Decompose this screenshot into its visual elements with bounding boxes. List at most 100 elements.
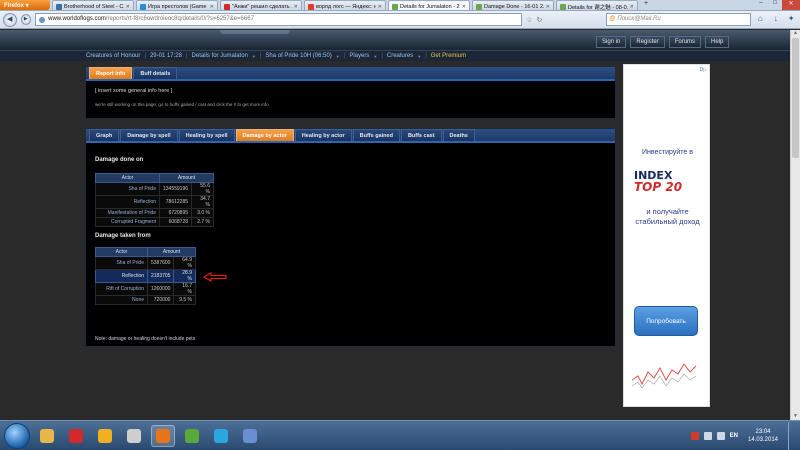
browser-tab[interactable]: "Анжи" решил сделать ... ✕	[220, 0, 302, 10]
tray-app-icon[interactable]	[690, 431, 699, 440]
actor-cell[interactable]: Rift of Corruption	[95, 282, 148, 296]
browser-tab[interactable]: Brotherhood of Steel - C... ✕	[52, 0, 134, 10]
column-header-actor[interactable]: Actor	[95, 247, 148, 257]
addons-icon[interactable]: ✦	[786, 14, 798, 26]
breadcrumb-item[interactable]: Details for Jumalaton	[192, 53, 248, 59]
steam-icon	[127, 428, 141, 443]
tab-close-icon[interactable]: ✕	[546, 4, 550, 10]
chevron-down-icon[interactable]: ▼	[252, 54, 256, 59]
site-link-help[interactable]: Help	[705, 36, 730, 48]
new-tab-button[interactable]: +	[641, 0, 651, 10]
tab-close-icon[interactable]: ✕	[294, 4, 298, 10]
tab-close-icon[interactable]: ✕	[630, 4, 634, 10]
breadcrumb-item[interactable]: 29-01 17:28	[150, 53, 182, 59]
table-row[interactable]: Sha of Pride 134559196 55.6 %	[95, 182, 214, 196]
breadcrumb-item[interactable]: Creatures of Honour	[86, 53, 140, 59]
taskbar-button[interactable]	[35, 425, 59, 447]
clock[interactable]: 23:04 14.03.2014	[743, 428, 783, 444]
table-row[interactable]: Manifestation of Pride 6720895 3.0 %	[95, 208, 214, 218]
tab-buffs-cast[interactable]: Buffs cast	[400, 129, 442, 141]
scrollbar-thumb[interactable]	[792, 38, 799, 158]
tab-buff-details[interactable]: Buff details	[133, 67, 178, 79]
actor-cell[interactable]: Corrupted Fragment	[95, 217, 160, 227]
actor-cell[interactable]: Reflection	[95, 269, 148, 283]
home-icon[interactable]: ⌂	[755, 14, 767, 26]
ad-try-button[interactable]: Попробовать	[634, 306, 698, 336]
breadcrumb-item[interactable]: Players	[349, 53, 369, 59]
actor-cell[interactable]: Sha of Pride	[95, 182, 160, 196]
tab-deaths[interactable]: Deaths	[442, 129, 475, 141]
actor-cell[interactable]: Reflection	[95, 195, 160, 209]
actor-cell[interactable]: Sha of Pride	[95, 256, 148, 270]
taskbar-button[interactable]	[64, 425, 88, 447]
browser-tab[interactable]: ворлд логс — Яндекс: н... ✕	[304, 0, 386, 10]
network-icon[interactable]	[703, 431, 712, 440]
tab-graph[interactable]: Graph	[89, 129, 120, 141]
bookmark-star-icon[interactable]: ☆	[526, 16, 532, 24]
taskbar-button[interactable]	[122, 425, 146, 447]
address-bar[interactable]: www.worldoflogs.com/reports/rt-f8rc6owdr…	[35, 13, 523, 26]
actor-cell[interactable]: None	[95, 295, 148, 305]
close-icon[interactable]: ✕	[782, 0, 800, 10]
tab-damage-by-spell[interactable]: Damage by spell	[120, 129, 178, 141]
column-header-amount[interactable]: Amount	[147, 247, 196, 257]
tab-healing-by-spell[interactable]: Healing by spell	[178, 129, 235, 141]
scroll-up-icon[interactable]: ▲	[792, 30, 799, 37]
site-link-sign-in[interactable]: Sign in	[596, 36, 627, 48]
downloads-icon[interactable]: ↓	[770, 14, 782, 26]
taskbar-button[interactable]	[209, 425, 233, 447]
table-row[interactable]: Reflection 2183705 28.9 %	[95, 269, 196, 283]
tab-close-icon[interactable]: ✕	[378, 4, 382, 10]
table-row[interactable]: None 720000 9.5 %	[95, 295, 196, 305]
maximize-icon[interactable]: □	[768, 0, 782, 10]
start-button[interactable]	[4, 422, 30, 449]
tab-close-icon[interactable]: ✕	[462, 4, 466, 10]
site-link-forums[interactable]: Forums	[668, 36, 702, 48]
ad-choices-icon[interactable]: D▷	[700, 67, 707, 73]
back-icon[interactable]: ◀	[3, 12, 17, 27]
actor-cell[interactable]: Manifestation of Pride	[95, 208, 160, 218]
taskbar-button[interactable]	[93, 425, 117, 447]
language-indicator[interactable]: EN	[730, 433, 738, 439]
taskbar-button[interactable]	[180, 425, 204, 447]
browser-tab[interactable]: Игра престолов (Game ... ✕	[136, 0, 218, 10]
table-row[interactable]: Sha of Pride 5387600 64.9 %	[95, 256, 196, 270]
report-info-tabs: Report info Buff details	[86, 67, 615, 81]
tab-close-icon[interactable]: ✕	[126, 4, 130, 10]
scroll-down-icon[interactable]: ▼	[792, 413, 799, 420]
column-header-actor[interactable]: Actor	[95, 173, 160, 183]
browser-tab[interactable]: Damage Done - 16-01 2... ✕	[472, 0, 554, 10]
vertical-scrollbar[interactable]: ▲ ▼	[790, 30, 800, 420]
show-desktop-button[interactable]	[788, 421, 796, 450]
amount-cell: 720000	[146, 295, 175, 305]
percent-cell: 34.7 %	[191, 195, 214, 209]
tab-healing-by-actor[interactable]: Healing by actor	[294, 129, 352, 141]
chevron-down-icon[interactable]: ▼	[373, 54, 377, 59]
minimize-icon[interactable]: –	[754, 0, 768, 10]
mailru-search-icon: @	[609, 16, 616, 22]
tab-report-info[interactable]: Report info	[89, 67, 133, 79]
search-input[interactable]: @ Поиск@Mail.Ru	[606, 13, 751, 26]
browser-tab[interactable]: Details for Jumalaton - 2... ✕	[388, 0, 470, 10]
chevron-down-icon[interactable]: ▼	[336, 54, 340, 59]
advertisement[interactable]: D▷ Инвестируйте в INDEX TOP 20 и получай…	[623, 64, 710, 407]
breadcrumb-item[interactable]: Get Premium	[431, 53, 466, 59]
taskbar-button[interactable]	[151, 424, 175, 447]
firefox-menu-button[interactable]: Firefox ▾	[0, 0, 50, 10]
taskbar-button[interactable]	[238, 425, 262, 447]
tab-buffs-gained[interactable]: Buffs gained	[352, 129, 400, 141]
tab-damage-by-actor[interactable]: Damage by actor	[235, 129, 294, 141]
forward-icon[interactable]: ▶	[20, 14, 32, 25]
table-row[interactable]: Reflection 78612285 34.7 %	[95, 195, 214, 209]
breadcrumb-item[interactable]: Creatures	[387, 53, 413, 59]
tab-close-icon[interactable]: ✕	[210, 4, 214, 10]
breadcrumb-item[interactable]: Sha of Pride 10H (06:50)	[265, 53, 331, 59]
site-link-register[interactable]: Register	[630, 36, 665, 48]
table-row[interactable]: Corrupted Fragment 6068728 2.7 %	[95, 217, 214, 227]
reload-icon[interactable]: ↻	[537, 16, 543, 24]
table-row[interactable]: Rift of Corruption 1260000 16.7 %	[95, 282, 196, 296]
browser-tab[interactable]: Details for 谢之魅 - 08-0... ✕	[556, 0, 638, 10]
column-header-amount[interactable]: Amount	[159, 173, 214, 183]
volume-icon[interactable]	[716, 431, 725, 440]
chevron-down-icon[interactable]: ▼	[417, 54, 421, 59]
